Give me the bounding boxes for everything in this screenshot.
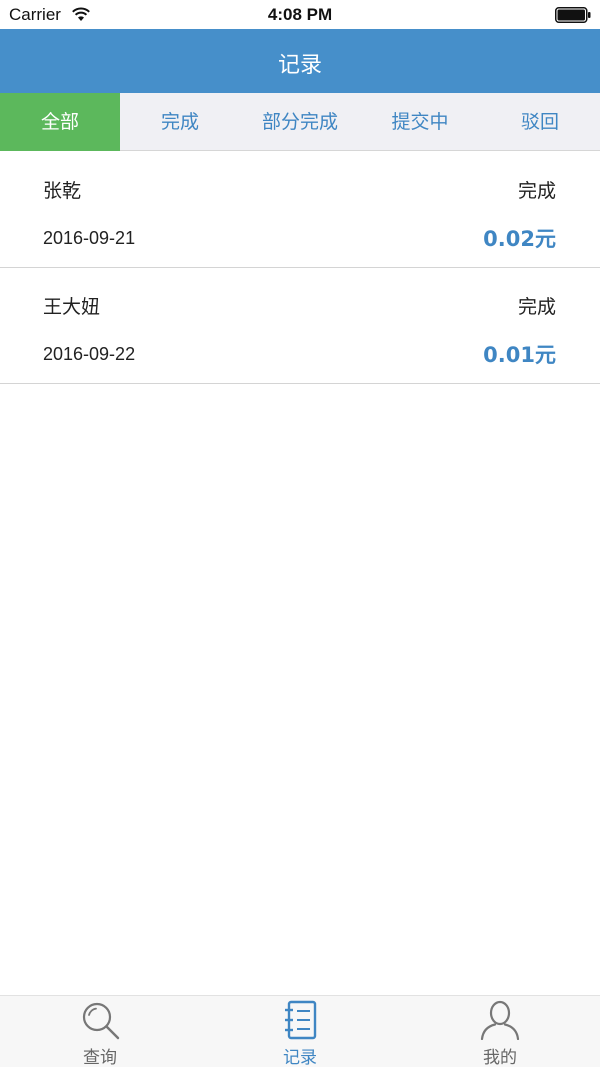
record-name: 王大妞 bbox=[43, 296, 101, 318]
status-bar: Carrier 4:08 PM bbox=[0, 0, 600, 29]
filter-tabs: 全部 完成 部分完成 提交中 驳回 bbox=[0, 93, 600, 151]
search-icon bbox=[82, 1002, 120, 1040]
tabbar-item-records[interactable]: 记录 bbox=[200, 996, 400, 1067]
record-date: 2016-09-21 bbox=[43, 228, 136, 248]
navigation-bar: 记录 bbox=[0, 29, 600, 93]
records-list: 张乾 完成 2016-09-21 0.02元 王大妞 完成 2016-09-22… bbox=[0, 152, 600, 384]
record-status: 完成 bbox=[517, 296, 556, 318]
page-title: 记录 bbox=[277, 53, 322, 78]
bottom-tab-bar: 查询 记录 我的 bbox=[0, 995, 600, 1067]
status-time: 4:08 PM bbox=[267, 5, 333, 24]
record-status: 完成 bbox=[517, 180, 556, 202]
app-screen: Carrier 4:08 PM 记录 全部 完成 部分完成 提交中 驳回 张乾 … bbox=[0, 0, 600, 1067]
tabbar-item-search[interactable]: 查询 bbox=[0, 996, 200, 1067]
battery-icon bbox=[555, 7, 591, 23]
tab-completed[interactable]: 完成 bbox=[120, 93, 240, 151]
tab-all[interactable]: 全部 bbox=[0, 93, 120, 151]
list-item[interactable]: 张乾 完成 2016-09-21 0.02元 bbox=[0, 152, 600, 268]
record-amount: 0.01元 bbox=[483, 343, 556, 367]
list-item[interactable]: 王大妞 完成 2016-09-22 0.01元 bbox=[0, 268, 600, 384]
tab-submitting[interactable]: 提交中 bbox=[360, 93, 480, 151]
tabbar-item-profile[interactable]: 我的 bbox=[400, 996, 600, 1067]
record-name: 张乾 bbox=[43, 180, 82, 202]
notebook-icon bbox=[285, 1000, 317, 1040]
tab-partially-completed[interactable]: 部分完成 bbox=[240, 93, 360, 151]
tabbar-label-profile: 我的 bbox=[483, 1048, 517, 1067]
user-icon bbox=[480, 1000, 520, 1040]
record-amount: 0.02元 bbox=[483, 227, 556, 251]
tabbar-label-search: 查询 bbox=[83, 1048, 117, 1067]
tabbar-label-records: 记录 bbox=[283, 1048, 317, 1067]
record-date: 2016-09-22 bbox=[43, 344, 136, 364]
tab-rejected[interactable]: 驳回 bbox=[480, 93, 600, 151]
